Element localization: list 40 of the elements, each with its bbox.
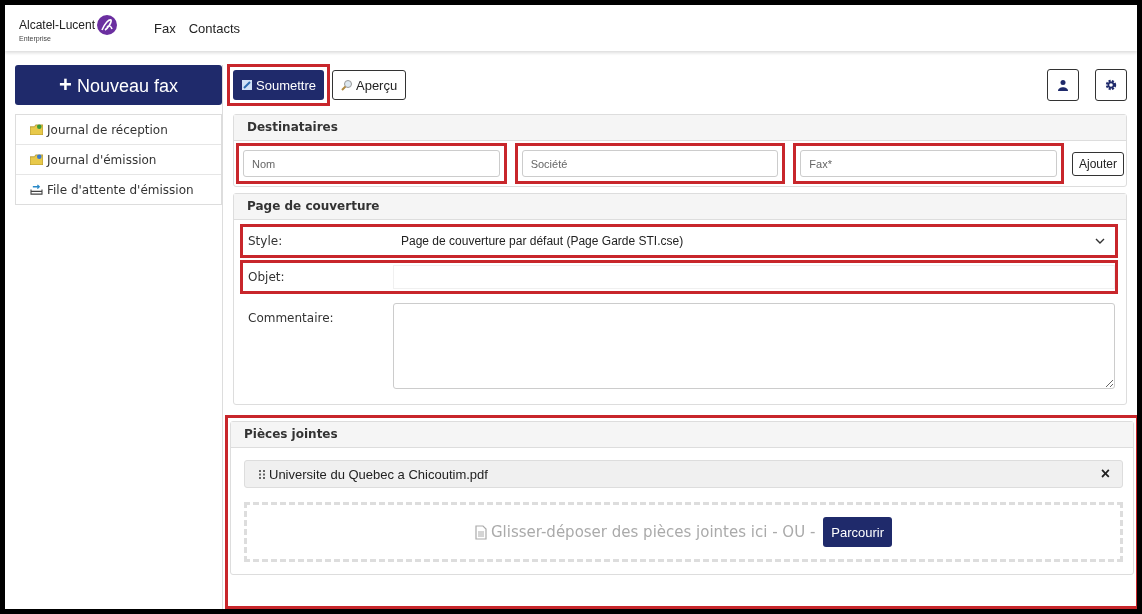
drop-hint: Glisser-déposer des pièces jointes ici - OU - xyxy=(490,523,816,541)
nav-link[interactable]: Contacts xyxy=(188,20,241,36)
brand-name: Alcatel-Lucent xyxy=(19,17,96,32)
user-icon xyxy=(1057,79,1069,91)
sidebar-item[interactable]: Journal de réception xyxy=(16,115,221,145)
input-field[interactable]: Société xyxy=(521,150,779,177)
field-label: Commentaire: xyxy=(247,310,335,325)
submit-button[interactable]: Soumettre xyxy=(233,70,324,100)
new-fax-button[interactable]: + Nouveau fax xyxy=(15,65,222,105)
drop-zone[interactable]: Glisser-déposer des pièces jointes ici - OU - Parcourir xyxy=(244,502,1123,562)
chevron-down-icon xyxy=(1095,238,1105,244)
folder-icon xyxy=(30,154,43,165)
drag-handle-icon[interactable] xyxy=(259,469,265,479)
panel-title: Page de couverture xyxy=(234,194,1126,220)
logo-icon xyxy=(97,14,118,35)
panel-title: Destinataires xyxy=(234,115,1126,141)
tray-icon xyxy=(30,184,43,195)
input-field[interactable]: Fax* xyxy=(800,150,1057,177)
browse-button[interactable]: Parcourir xyxy=(823,517,893,547)
preview-button[interactable]: Aperçu xyxy=(332,70,407,100)
pencil-note-icon xyxy=(241,79,253,91)
settings-button[interactable] xyxy=(1095,69,1127,101)
panel-title: Pièces jointes xyxy=(231,422,1133,448)
sidebar-item[interactable]: File d'attente d'émission xyxy=(16,175,221,204)
sidebar-item[interactable]: Journal d'émission xyxy=(16,145,221,175)
document-icon xyxy=(474,524,487,540)
comment-field[interactable] xyxy=(393,303,1115,389)
input-field[interactable]: Nom xyxy=(243,150,500,177)
field-label: Style: xyxy=(247,234,284,248)
settings-icon xyxy=(1105,79,1117,91)
field-label: Objet: xyxy=(247,270,286,284)
magnifier-icon xyxy=(341,79,353,91)
user-button[interactable] xyxy=(1047,69,1079,101)
add-button[interactable]: Ajouter xyxy=(1071,151,1124,176)
nav-link[interactable]: Fax xyxy=(154,20,176,36)
file-name: Universite du Quebec a Chicoutim.pdf xyxy=(269,466,489,482)
style-select[interactable]: Page de couverture par défaut (Page Garde STI.cse) xyxy=(393,228,1115,254)
remove-button[interactable]: × xyxy=(1100,465,1110,483)
folder-icon xyxy=(30,124,43,135)
subject-field[interactable] xyxy=(393,265,1115,289)
